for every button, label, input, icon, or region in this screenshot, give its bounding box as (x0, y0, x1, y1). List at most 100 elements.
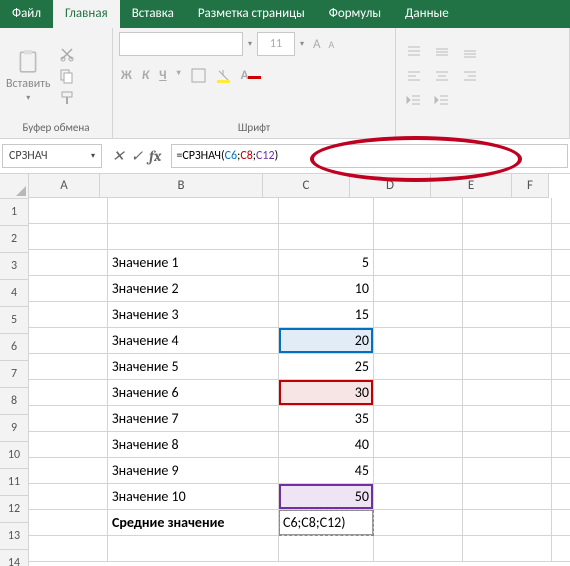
cell[interactable] (552, 406, 570, 432)
cell[interactable] (108, 536, 279, 562)
row-header[interactable]: 5 (0, 307, 29, 334)
cell[interactable] (463, 536, 552, 562)
cell[interactable] (463, 432, 552, 458)
paste-button[interactable]: Вставить ▾ (6, 49, 51, 103)
enter-formula-icon[interactable]: ✓ (131, 147, 144, 165)
cell[interactable] (463, 354, 552, 380)
chevron-down-icon[interactable]: ▾ (297, 33, 307, 55)
col-header[interactable]: C (263, 174, 350, 198)
cell[interactable]: Значение 7 (108, 406, 279, 432)
row-header[interactable]: 10 (0, 442, 29, 469)
row-header[interactable]: 2 (0, 226, 29, 253)
cell[interactable] (552, 510, 570, 536)
cell[interactable]: Значение 6 (108, 380, 279, 406)
cell[interactable] (374, 250, 463, 276)
cell[interactable] (552, 198, 570, 224)
font-name-select[interactable] (119, 32, 243, 56)
cell[interactable] (374, 224, 463, 250)
cell[interactable]: 10 (279, 276, 374, 302)
col-header[interactable]: A (29, 174, 100, 198)
align-bottom-icon[interactable] (458, 42, 482, 62)
cell[interactable] (108, 224, 279, 250)
row-header[interactable]: 9 (0, 415, 29, 442)
cell[interactable] (29, 510, 108, 536)
cell[interactable] (552, 536, 570, 562)
cell[interactable] (463, 328, 552, 354)
cell[interactable]: 35 (279, 406, 374, 432)
cell[interactable] (552, 432, 570, 458)
name-box[interactable]: СРЗНАЧ ▾ (2, 144, 102, 168)
cell[interactable] (552, 302, 570, 328)
cell[interactable] (108, 198, 279, 224)
cell[interactable]: 15 (279, 302, 374, 328)
row-header[interactable]: 11 (0, 469, 29, 496)
row-header[interactable]: 6 (0, 334, 29, 361)
cell[interactable] (29, 536, 108, 562)
col-header[interactable]: D (350, 174, 431, 198)
cell[interactable] (552, 484, 570, 510)
cell[interactable]: Средние значение (108, 510, 279, 536)
tab-data[interactable]: Данные (393, 0, 461, 28)
cell[interactable] (29, 198, 108, 224)
copy-icon[interactable] (57, 67, 77, 85)
row-header[interactable]: 12 (0, 496, 29, 523)
cell[interactable] (463, 406, 552, 432)
underline-button[interactable]: Ч (159, 68, 166, 83)
col-header[interactable]: E (431, 174, 512, 198)
italic-button[interactable]: К (142, 68, 149, 83)
cell[interactable]: 5 (279, 250, 374, 276)
cell[interactable] (374, 302, 463, 328)
cell[interactable] (29, 224, 108, 250)
cell[interactable]: Значение 8 (108, 432, 279, 458)
cell-ref-c8[interactable]: 30 (279, 380, 374, 406)
cell[interactable] (374, 380, 463, 406)
row-header[interactable]: 3 (0, 253, 29, 280)
col-header[interactable]: B (100, 174, 263, 198)
cell[interactable] (29, 406, 108, 432)
cell[interactable]: Значение 4 (108, 328, 279, 354)
cell[interactable] (374, 198, 463, 224)
row-header[interactable]: 4 (0, 280, 29, 307)
cut-icon[interactable] (57, 45, 77, 63)
cell[interactable] (29, 458, 108, 484)
font-color-icon[interactable]: A (241, 68, 262, 83)
cell[interactable] (374, 484, 463, 510)
cell[interactable]: 45 (279, 458, 374, 484)
cell[interactable] (374, 510, 463, 536)
tab-insert[interactable]: Вставка (120, 0, 186, 28)
cell[interactable]: Значение 10 (108, 484, 279, 510)
cell[interactable] (374, 536, 463, 562)
select-all-corner[interactable] (0, 174, 29, 199)
font-size-select[interactable]: 11 (257, 32, 295, 56)
cell[interactable] (29, 250, 108, 276)
cell[interactable] (552, 458, 570, 484)
cell[interactable] (552, 328, 570, 354)
align-middle-icon[interactable] (430, 42, 454, 62)
cell[interactable] (29, 328, 108, 354)
cell[interactable] (29, 484, 108, 510)
cell[interactable]: 40 (279, 432, 374, 458)
cell[interactable] (463, 302, 552, 328)
row-header[interactable]: 7 (0, 361, 29, 388)
cell[interactable] (374, 458, 463, 484)
cell-ref-c6[interactable]: 20 (279, 328, 374, 354)
cell-ref-c12[interactable]: 50 (279, 484, 374, 510)
decrease-font-icon[interactable]: A (327, 38, 337, 51)
cell[interactable] (29, 380, 108, 406)
cell[interactable]: 25 (279, 354, 374, 380)
cell[interactable] (29, 432, 108, 458)
increase-indent-icon[interactable] (430, 90, 454, 110)
cell[interactable] (552, 354, 570, 380)
cell[interactable] (463, 198, 552, 224)
col-header[interactable]: F (512, 174, 549, 198)
increase-font-icon[interactable]: A (309, 37, 325, 52)
cell[interactable]: Значение 1 (108, 250, 279, 276)
decrease-indent-icon[interactable] (402, 90, 426, 110)
cancel-formula-icon[interactable]: ✕ (112, 147, 125, 165)
cell[interactable] (463, 224, 552, 250)
cell[interactable] (279, 536, 374, 562)
cell[interactable] (463, 250, 552, 276)
row-header[interactable]: 13 (0, 523, 29, 550)
fx-icon[interactable]: fx (149, 147, 161, 165)
align-center-icon[interactable] (430, 66, 454, 86)
